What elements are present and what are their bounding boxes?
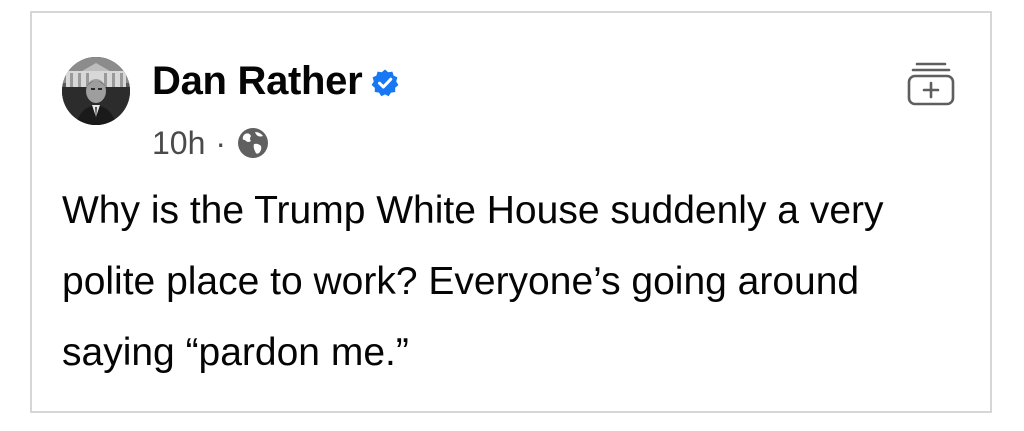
post-meta: 10h · (152, 123, 270, 163)
avatar-photo (62, 57, 130, 125)
post-timestamp[interactable]: 10h (152, 125, 205, 162)
globe-icon[interactable] (236, 126, 270, 160)
verified-badge-icon (370, 68, 400, 98)
author-avatar[interactable] (62, 57, 130, 125)
collection-add-icon (907, 62, 955, 106)
post-card: Dan Rather 10h · Why is the Trump White … (30, 11, 992, 413)
author-row: Dan Rather (152, 53, 400, 109)
author-name[interactable]: Dan Rather (152, 59, 363, 104)
post-text: Why is the Trump White House suddenly a … (62, 189, 884, 374)
meta-separator: · (215, 124, 227, 161)
save-to-collection-button[interactable] (904, 55, 958, 109)
